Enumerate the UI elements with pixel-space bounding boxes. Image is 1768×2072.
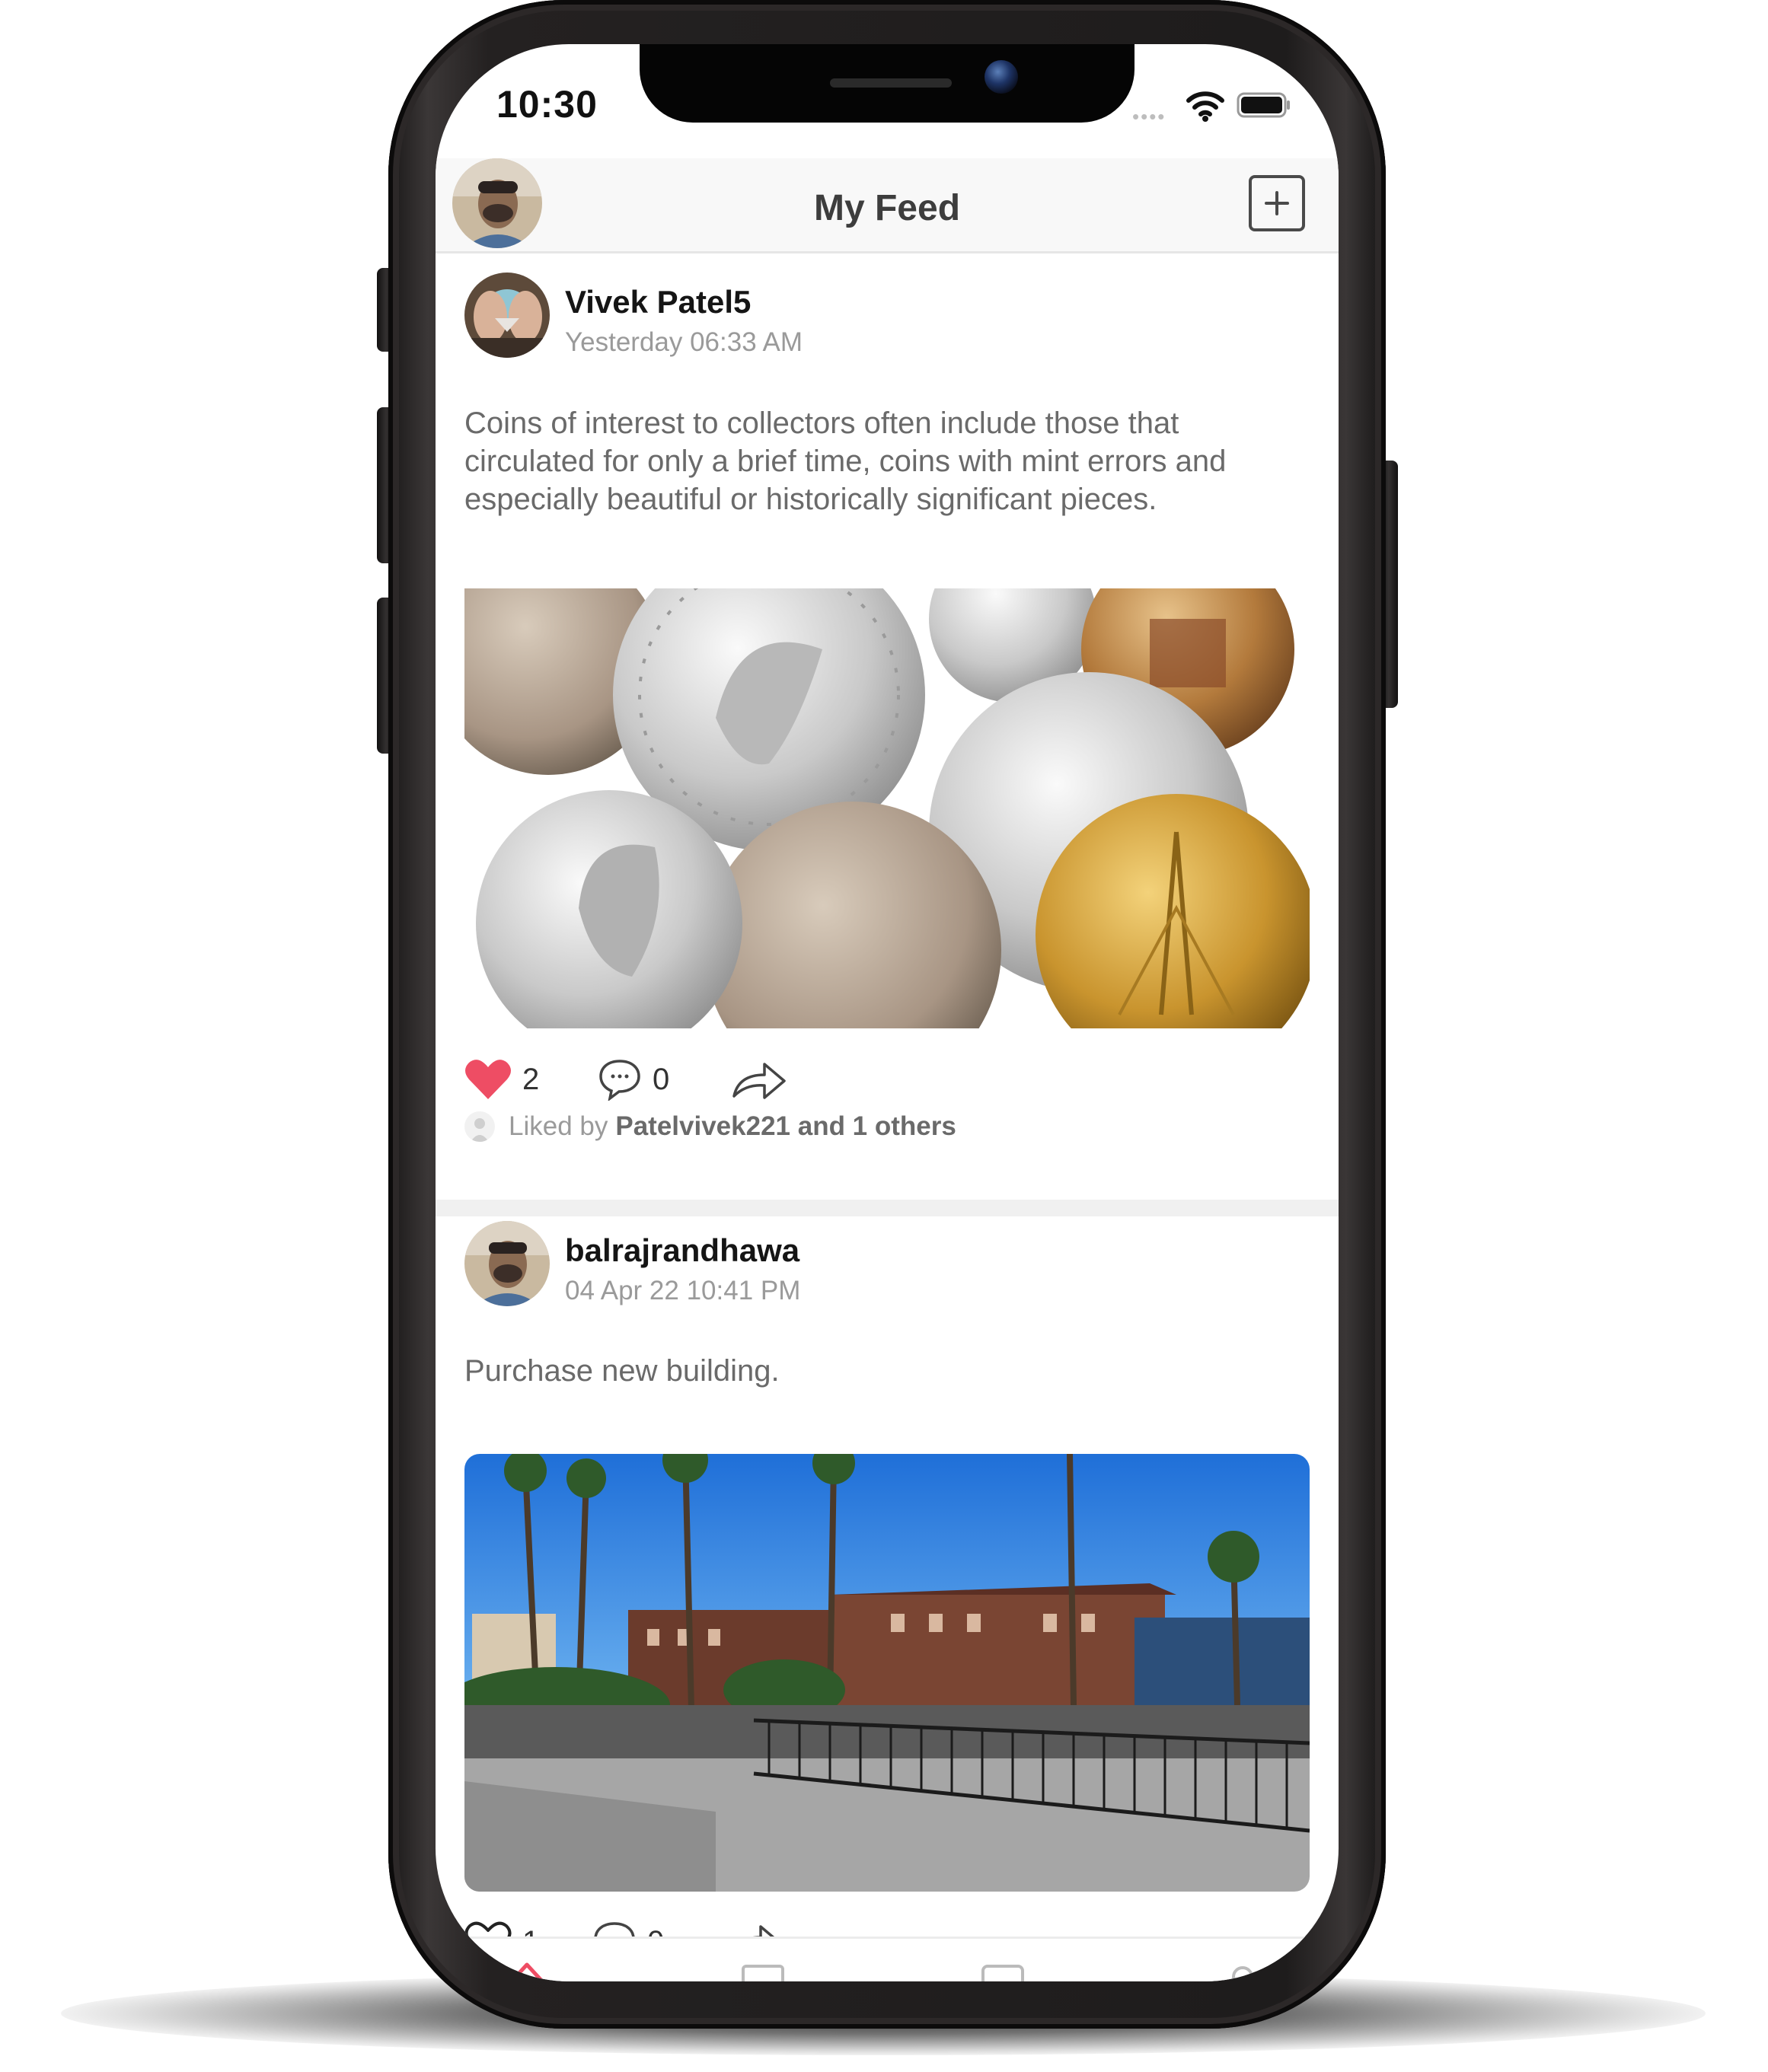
post-text: Purchase new building. bbox=[464, 1354, 780, 1388]
feed-post: Vivek Patel5 Yesterday 06:33 AM Coins of… bbox=[436, 253, 1339, 1199]
cellular-signal-icon: •••• bbox=[1132, 105, 1166, 128]
post-divider bbox=[436, 1200, 1339, 1216]
heart-filled-icon bbox=[465, 1060, 511, 1099]
liked-by-prefix: Liked by bbox=[509, 1111, 608, 1141]
post-text: Coins of interest to collectors often in… bbox=[464, 406, 1227, 516]
messages-icon[interactable] bbox=[980, 1959, 1026, 1981]
feed-icon[interactable] bbox=[740, 1959, 786, 1981]
share-arrow-icon bbox=[732, 1063, 786, 1099]
status-time: 10:30 bbox=[496, 83, 598, 126]
post-image[interactable] bbox=[464, 1454, 1310, 1892]
post-timestamp: 04 Apr 22 10:41 PM bbox=[565, 1276, 801, 1305]
liked-by-names[interactable]: Patelvivek221 and 1 others bbox=[615, 1111, 956, 1142]
post-timestamp: Yesterday 06:33 AM bbox=[565, 327, 803, 357]
author-avatar[interactable] bbox=[464, 1221, 550, 1306]
feed-header: My Feed bbox=[436, 158, 1339, 253]
author-name[interactable]: Vivek Patel5 bbox=[565, 284, 751, 320]
plus-icon bbox=[1265, 191, 1289, 215]
profile-icon[interactable] bbox=[1220, 1959, 1265, 1981]
post-actions: 2 0 bbox=[464, 1053, 921, 1106]
comment-bubble-icon bbox=[599, 1060, 640, 1101]
user-placeholder-icon bbox=[464, 1111, 495, 1142]
earpiece-speaker bbox=[830, 78, 952, 88]
add-post-button[interactable] bbox=[1249, 175, 1305, 231]
home-icon[interactable] bbox=[504, 1959, 550, 1981]
share-button[interactable] bbox=[731, 1053, 789, 1106]
author-name[interactable]: balrajrandhawa bbox=[565, 1232, 799, 1269]
post-image[interactable] bbox=[464, 588, 1310, 1028]
page-title: My Feed bbox=[813, 188, 961, 228]
comment-count: 0 bbox=[653, 1062, 670, 1096]
like-button[interactable]: 2 bbox=[464, 1053, 539, 1106]
bottom-tab-bar bbox=[436, 1937, 1339, 1981]
comment-button[interactable]: 0 bbox=[598, 1053, 669, 1106]
battery-icon bbox=[1237, 92, 1290, 118]
camera-notch bbox=[640, 44, 1135, 123]
phone-screen: 10:30 •••• My Feed Vivek Patel5 Yesterda… bbox=[436, 44, 1339, 1981]
front-camera-icon bbox=[985, 60, 1018, 94]
liked-by-line[interactable]: Liked by Patelvivek221 and 1 others bbox=[464, 1111, 956, 1142]
like-count: 2 bbox=[522, 1062, 540, 1096]
feed-post: balrajrandhawa 04 Apr 22 10:41 PM Purcha… bbox=[436, 1216, 1339, 1978]
author-avatar[interactable] bbox=[464, 273, 550, 358]
wifi-icon bbox=[1186, 91, 1224, 122]
